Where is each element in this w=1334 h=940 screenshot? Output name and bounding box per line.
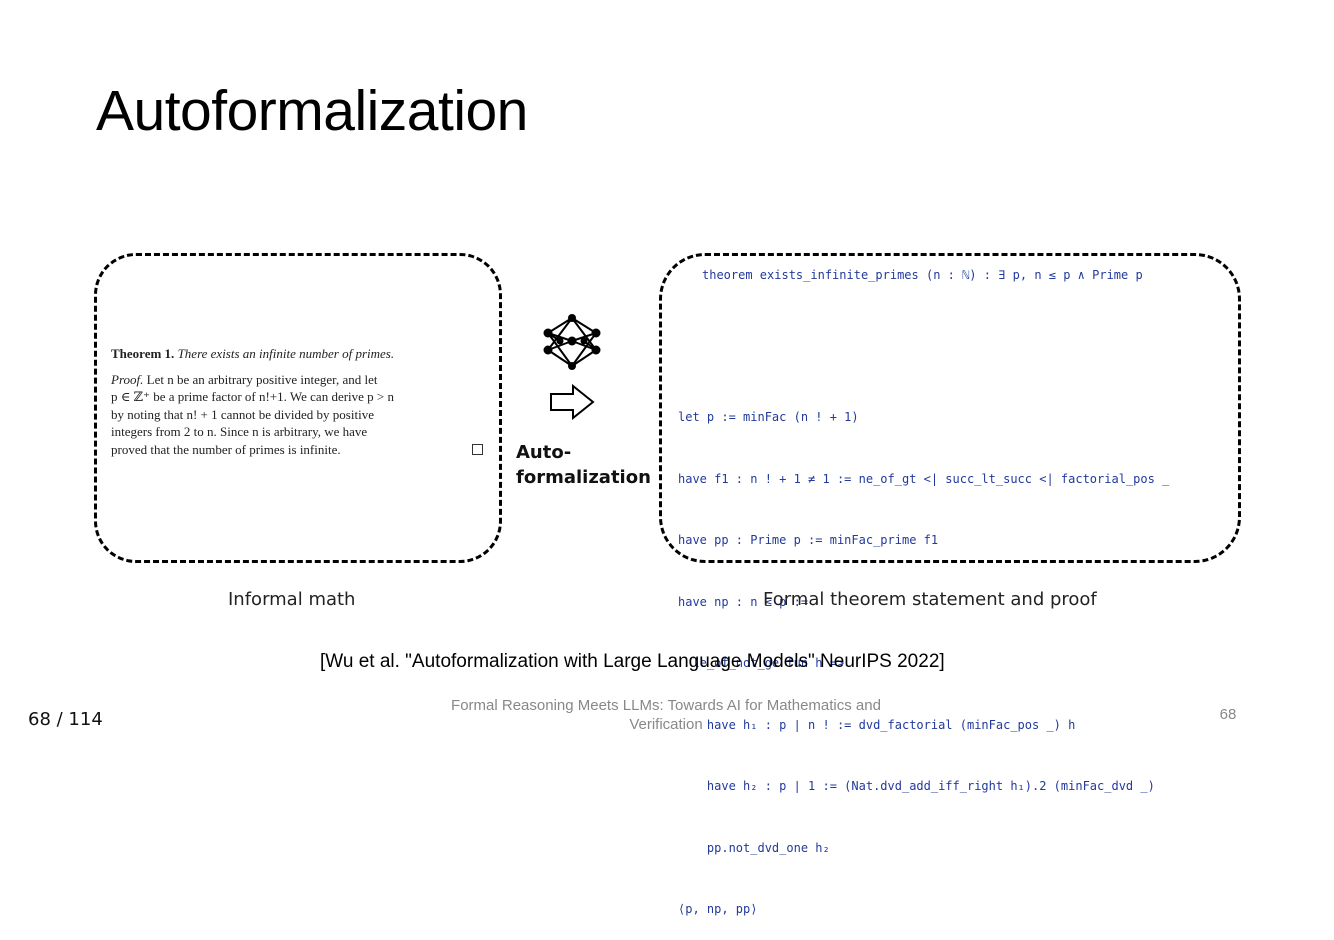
theorem-heading: Theorem 1. There exists an infinite numb… <box>111 345 483 363</box>
code-line: pp.not_dvd_one h₂ <box>678 840 830 855</box>
proof-line: integers from 2 to n. Since n is arbitra… <box>111 424 368 439</box>
footer-title-line-2: Verification <box>629 716 703 733</box>
code-line: ⟨p, np, pp⟩ <box>678 902 758 916</box>
proof-label: Proof. <box>111 371 144 387</box>
proof-line: Let n be an arbitrary positive integer, … <box>143 371 378 387</box>
slide-title: Autoformalization <box>96 79 528 143</box>
code-line: have pp : Prime p := minFac_prime f1 <box>678 533 939 547</box>
proof-line: by noting that n! + 1 cannot be divided … <box>111 406 374 422</box>
code-line: have f1 : n ! + 1 ≠ 1 := ne_of_gt <| suc… <box>678 471 1170 486</box>
code-line: have h₂ : p ∣ 1 := (Nat.dvd_add_iff_righ… <box>678 779 1155 793</box>
formal-caption: Formal theorem statement and proof <box>763 589 1097 610</box>
informal-caption: Informal math <box>228 589 356 610</box>
neural-network-icon <box>543 314 601 370</box>
theorem-text: Theorem 1. There exists an infinite numb… <box>111 345 483 458</box>
theorem-statement-code: theorem exists_infinite_primes (n : ℕ) :… <box>702 268 1143 282</box>
proof-line: proved that the number of primes is infi… <box>111 441 341 457</box>
theorem-statement: There exists an infinite number of prime… <box>177 346 395 361</box>
qed-icon <box>472 443 483 455</box>
citation: [Wu et al. "Autoformalization with Large… <box>320 651 945 672</box>
proof-paragraph: Proof. Let n be an arbitrary positive in… <box>111 371 483 459</box>
theorem-label: Theorem 1. <box>111 346 175 361</box>
label-line-2: formalization <box>516 467 651 488</box>
label-line-1: Auto- <box>516 442 572 463</box>
page-counter: 68 / 114 <box>28 709 103 730</box>
code-line: let p := minFac (n ! + 1) <box>678 410 859 424</box>
proof-line: p ∈ ℤ⁺ be a prime factor of n!+1. We can… <box>111 389 395 404</box>
footer-title: Formal Reasoning Meets LLMs: Towards AI … <box>416 696 916 734</box>
right-arrow-icon <box>550 384 595 420</box>
autoformalization-label: Auto- formalization <box>516 440 651 490</box>
footer-title-line-1: Formal Reasoning Meets LLMs: Towards AI … <box>451 697 881 714</box>
slide-number: 68 <box>1219 706 1237 723</box>
